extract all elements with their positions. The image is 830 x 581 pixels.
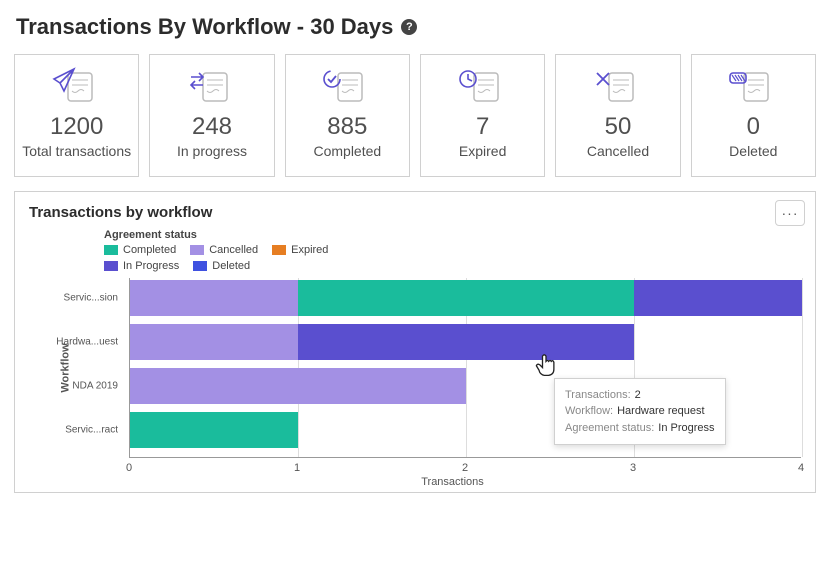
x-tick-label: 1	[294, 462, 300, 474]
legend-item[interactable]: Completed	[104, 244, 176, 256]
stat-card-cancelled[interactable]: 50 Cancelled	[555, 54, 680, 177]
stat-label: Deleted	[729, 143, 777, 160]
clock-icon	[458, 67, 508, 105]
legend-label: Cancelled	[209, 244, 258, 256]
x-tick-label: 4	[798, 462, 804, 474]
stat-card-in-progress[interactable]: 248 In progress	[149, 54, 274, 177]
stats-row: 1200 Total transactions 248 In progress …	[14, 54, 816, 177]
y-category-label: Servic...sion	[64, 292, 124, 303]
legend-label: Deleted	[212, 260, 250, 272]
x-tick-label: 2	[462, 462, 468, 474]
legend-swatch	[193, 261, 207, 271]
stat-value: 248	[192, 113, 232, 141]
tooltip-key: Transactions:	[565, 387, 631, 404]
legend-label: In Progress	[123, 260, 179, 272]
bar-segment[interactable]	[130, 324, 298, 360]
bar-row[interactable]	[130, 412, 298, 448]
legend-item[interactable]: Expired	[272, 244, 328, 256]
stat-value: 7	[476, 113, 489, 141]
legend-item[interactable]: Deleted	[193, 260, 250, 272]
chart-area: Workflow 01234 Transactions Servic...sio…	[104, 278, 801, 482]
tooltip-key: Agreement status:	[565, 420, 654, 437]
chart-title: Transactions by workflow	[29, 204, 801, 221]
legend-swatch	[104, 261, 118, 271]
stat-value: 885	[327, 113, 367, 141]
arrows-icon	[187, 67, 237, 105]
tooltip-key: Workflow:	[565, 403, 613, 420]
tooltip-value: Hardware request	[617, 403, 704, 420]
tooltip-value: 2	[635, 387, 641, 404]
bar-segment[interactable]	[130, 280, 298, 316]
legend-label: Completed	[123, 244, 176, 256]
x-icon	[593, 67, 643, 105]
check-circle-icon	[322, 67, 372, 105]
y-category-label: Servic...ract	[65, 424, 124, 435]
bar-row[interactable]	[130, 368, 466, 404]
chart-legend: Agreement status Completed Cancelled Expir…	[104, 229, 801, 272]
page-title: Transactions By Workflow - 30 Days	[16, 14, 393, 40]
legend-item[interactable]: In Progress	[104, 260, 179, 272]
legend-item[interactable]: Cancelled	[190, 244, 258, 256]
tooltip-value: In Progress	[658, 420, 714, 437]
shred-icon	[728, 67, 778, 105]
stat-label: In progress	[177, 143, 247, 160]
stat-card-completed[interactable]: 885 Completed	[285, 54, 410, 177]
legend-title: Agreement status	[104, 229, 801, 241]
stat-label: Total transactions	[22, 143, 131, 160]
bar-row[interactable]	[130, 280, 802, 316]
chart-tooltip: Transactions:2 Workflow:Hardware requestA…	[554, 378, 726, 446]
stat-label: Completed	[313, 143, 381, 160]
x-axis-label: Transactions	[104, 476, 801, 488]
y-category-label: NDA 2019	[72, 380, 124, 391]
bar-segment[interactable]	[298, 280, 634, 316]
stat-card-expired[interactable]: 7 Expired	[420, 54, 545, 177]
paper-plane-icon	[52, 67, 102, 105]
stat-card-deleted[interactable]: 0 Deleted	[691, 54, 816, 177]
stat-value: 1200	[50, 113, 103, 141]
stat-label: Cancelled	[587, 143, 649, 160]
stat-card-total[interactable]: 1200 Total transactions	[14, 54, 139, 177]
x-tick-label: 0	[126, 462, 132, 474]
legend-swatch	[104, 245, 118, 255]
stat-label: Expired	[459, 143, 506, 160]
help-icon[interactable]: ?	[401, 19, 417, 35]
legend-swatch	[190, 245, 204, 255]
bar-row[interactable]	[130, 324, 634, 360]
stat-value: 0	[747, 113, 760, 141]
chart-panel: Transactions by workflow ··· Agreement s…	[14, 191, 816, 493]
bar-segment[interactable]	[130, 368, 466, 404]
bar-segment[interactable]	[298, 324, 634, 360]
bar-segment[interactable]	[130, 412, 298, 448]
stat-value: 50	[605, 113, 632, 141]
legend-label: Expired	[291, 244, 328, 256]
legend-swatch	[272, 245, 286, 255]
bar-segment[interactable]	[634, 280, 802, 316]
y-category-label: Hardwa...uest	[56, 336, 124, 347]
more-button[interactable]: ···	[775, 200, 805, 226]
x-tick-label: 3	[630, 462, 636, 474]
